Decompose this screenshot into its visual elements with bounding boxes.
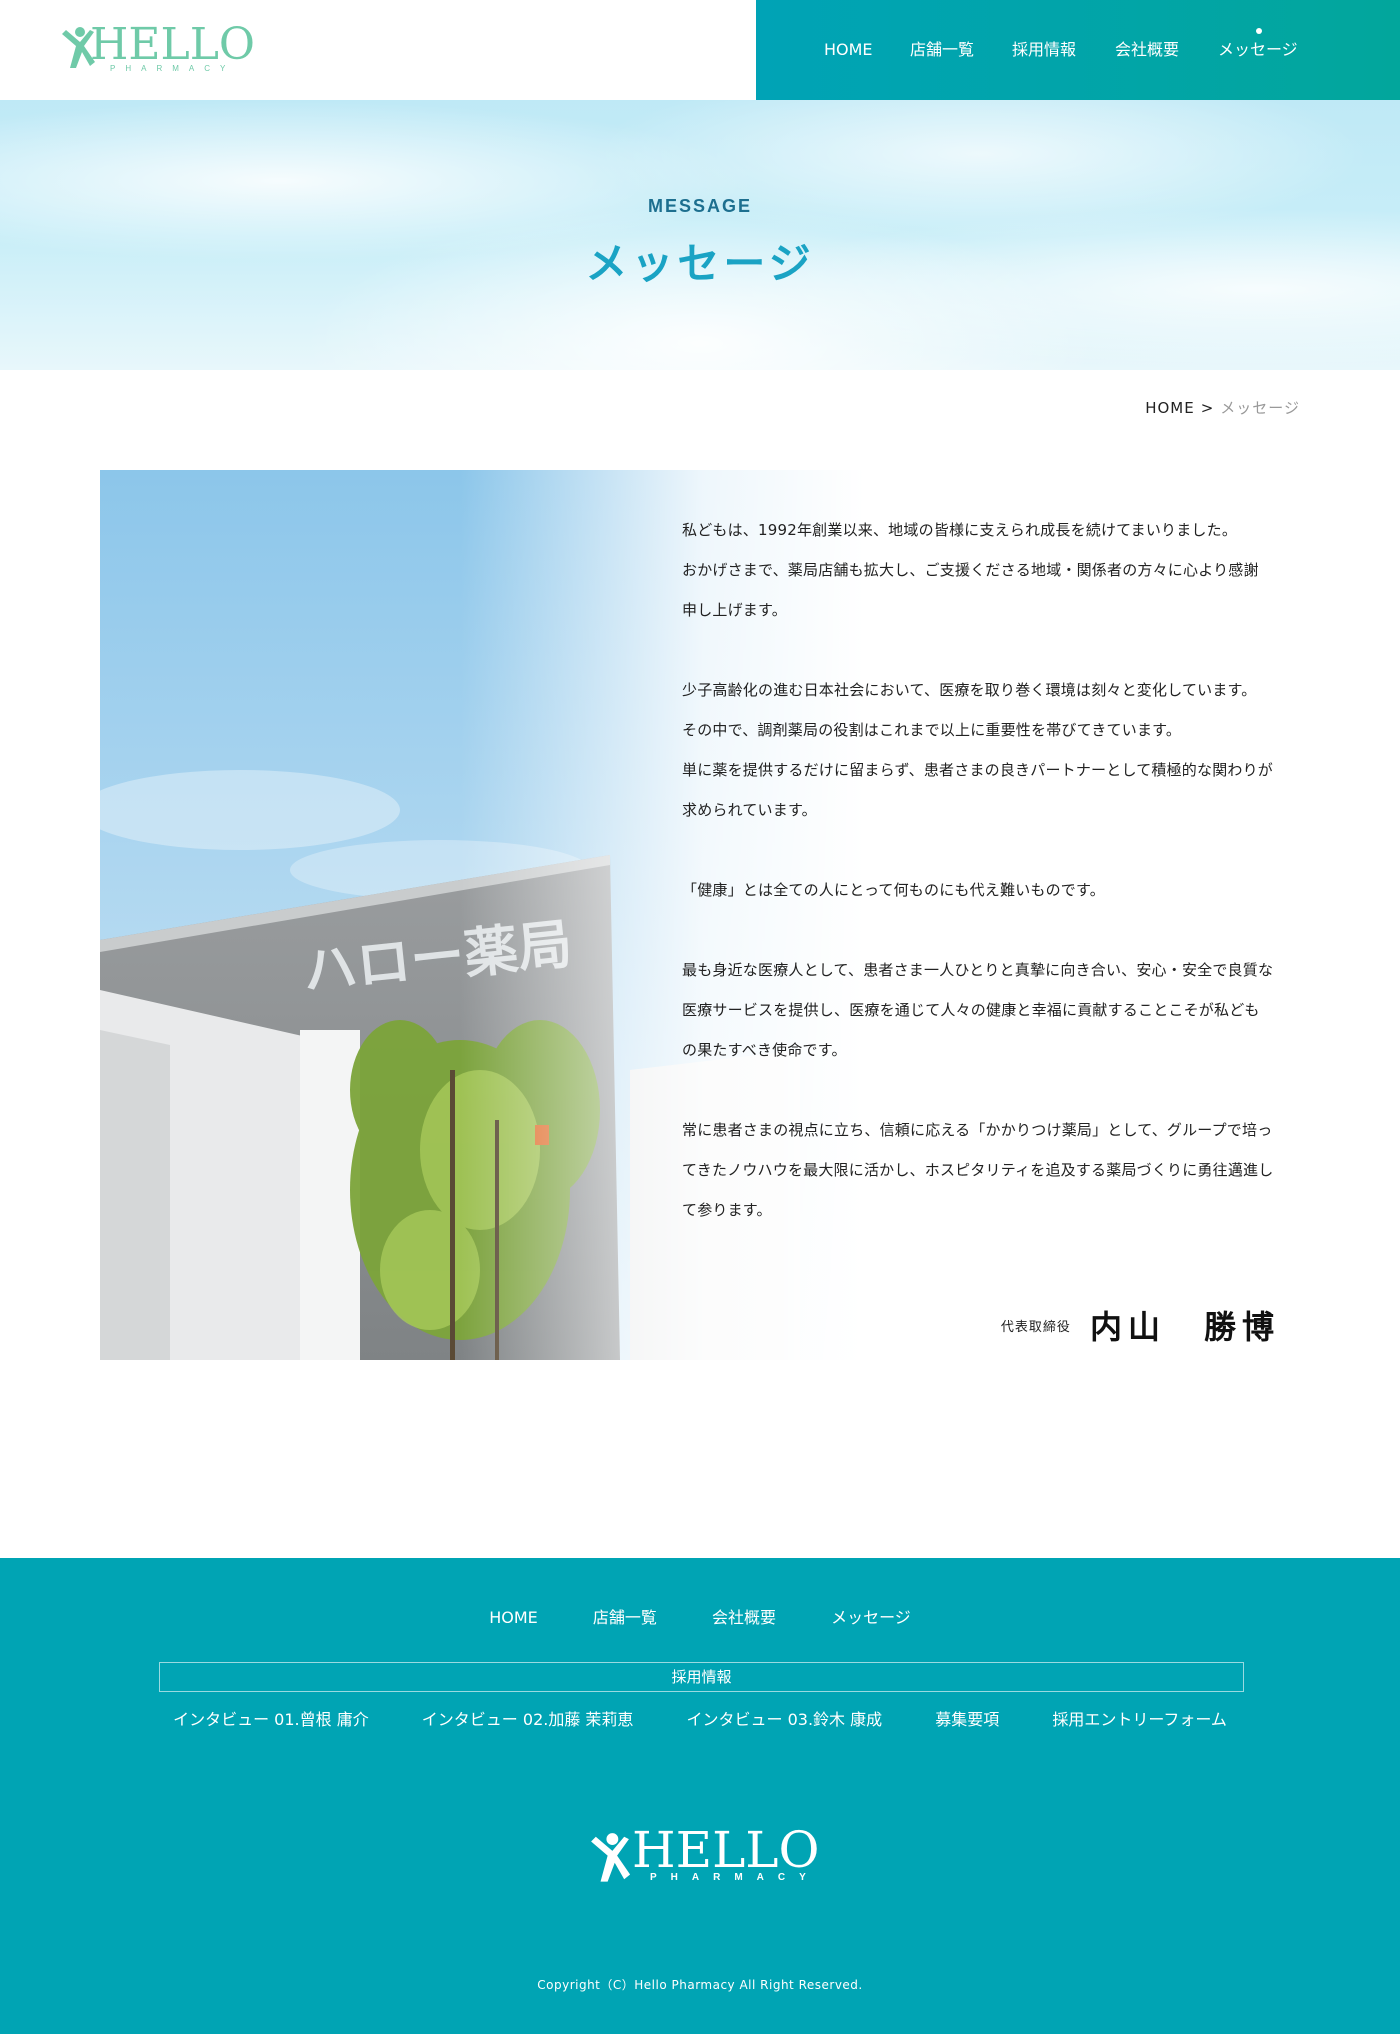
footer-interview-02[interactable]: インタビュー 02.加藤 茉莉恵: [422, 1708, 634, 1732]
message-body: 私どもは、1992年創業以来、地域の皆様に支えられ成長を続けてまいりました。 お…: [682, 510, 1292, 1270]
footer-entry-form[interactable]: 採用エントリーフォーム: [1052, 1708, 1227, 1732]
breadcrumb-home[interactable]: HOME: [1145, 399, 1195, 417]
footer-nav-company[interactable]: 会社概要: [712, 1606, 776, 1630]
logo-wordmark: HELLO: [90, 19, 255, 70]
footer-nav-message[interactable]: メッセージ: [831, 1606, 911, 1630]
nav-recruit[interactable]: 採用情報: [1012, 38, 1076, 62]
footer-logo-subtext: PHARMACY: [650, 1872, 820, 1883]
page-title: メッセージ: [585, 239, 815, 288]
site-footer: HOME 店舗一覧 会社概要 メッセージ 採用情報 インタビュー 01.曾根 庸…: [0, 1558, 1400, 2034]
footer-nav: HOME 店舗一覧 会社概要 メッセージ: [0, 1606, 1400, 1630]
footer-nav-stores[interactable]: 店舗一覧: [593, 1606, 657, 1630]
message-paragraph: 私どもは、1992年創業以来、地域の皆様に支えられ成長を続けてまいりました。 お…: [682, 521, 1259, 619]
footer-logo-wordmark: HELLO: [632, 1821, 820, 1879]
footer-recruit-links: インタビュー 01.曾根 庸介 インタビュー 02.加藤 茉莉恵 インタビュー …: [0, 1708, 1400, 1732]
footer-interview-01[interactable]: インタビュー 01.曾根 庸介: [173, 1708, 369, 1732]
nav-stores[interactable]: 店舗一覧: [910, 38, 974, 62]
message-paragraph: 「健康」とは全ての人にとって何ものにも代え難いものです。: [682, 881, 1105, 899]
hero-subtitle: MESSAGE: [647, 196, 753, 216]
footer-nav-home[interactable]: HOME: [489, 1606, 538, 1630]
nav-message[interactable]: メッセージ: [1218, 38, 1298, 62]
site-header: HELLO PHARMACY HOME 店舗一覧 採用情報 会社概要 メッセージ: [0, 0, 1400, 100]
nav-company[interactable]: 会社概要: [1115, 38, 1179, 62]
footer-recruit-link[interactable]: 採用情報: [159, 1662, 1244, 1692]
current-page-indicator: [1256, 28, 1262, 34]
message-section: ハロー薬局 私どもは、1992年創業以来、地域の皆様に支えられ成長を続けてまいり…: [100, 470, 1300, 1360]
signature-name: 内山 勝博: [1089, 1308, 1280, 1346]
copyright: Copyright（C）Hello Pharmacy All Right Res…: [537, 1978, 863, 1992]
message-paragraph: 最も身近な医療人として、患者さま一人ひとりと真摯に向き合い、安心・安全で良質な …: [682, 961, 1274, 1059]
footer-job-requirements[interactable]: 募集要項: [935, 1708, 999, 1732]
breadcrumb-separator: >: [1200, 399, 1215, 417]
nav-home[interactable]: HOME: [824, 38, 873, 62]
signature: 代表取締役 内山 勝博: [1001, 1302, 1280, 1348]
logo-subtext: PHARMACY: [110, 64, 236, 73]
signature-title: 代表取締役: [1000, 1319, 1071, 1335]
person-figure-icon: [591, 1833, 631, 1882]
footer-logo[interactable]: HELLO PHARMACY: [588, 1822, 820, 1890]
breadcrumb: HOME > メッセージ: [1145, 397, 1300, 418]
hero-banner: MESSAGE メッセージ: [0, 100, 1400, 370]
footer-interview-03[interactable]: インタビュー 03.鈴木 康成: [687, 1708, 883, 1732]
breadcrumb-current: メッセージ: [1220, 399, 1300, 417]
site-logo[interactable]: HELLO PHARMACY: [60, 20, 255, 78]
message-paragraph: 常に患者さまの視点に立ち、信頼に応える「かかりつけ薬局」として、グループで培っ …: [682, 1121, 1274, 1219]
message-paragraph: 少子高齢化の進む日本社会において、医療を取り巻く環境は刻々と変化しています。 そ…: [682, 681, 1274, 819]
